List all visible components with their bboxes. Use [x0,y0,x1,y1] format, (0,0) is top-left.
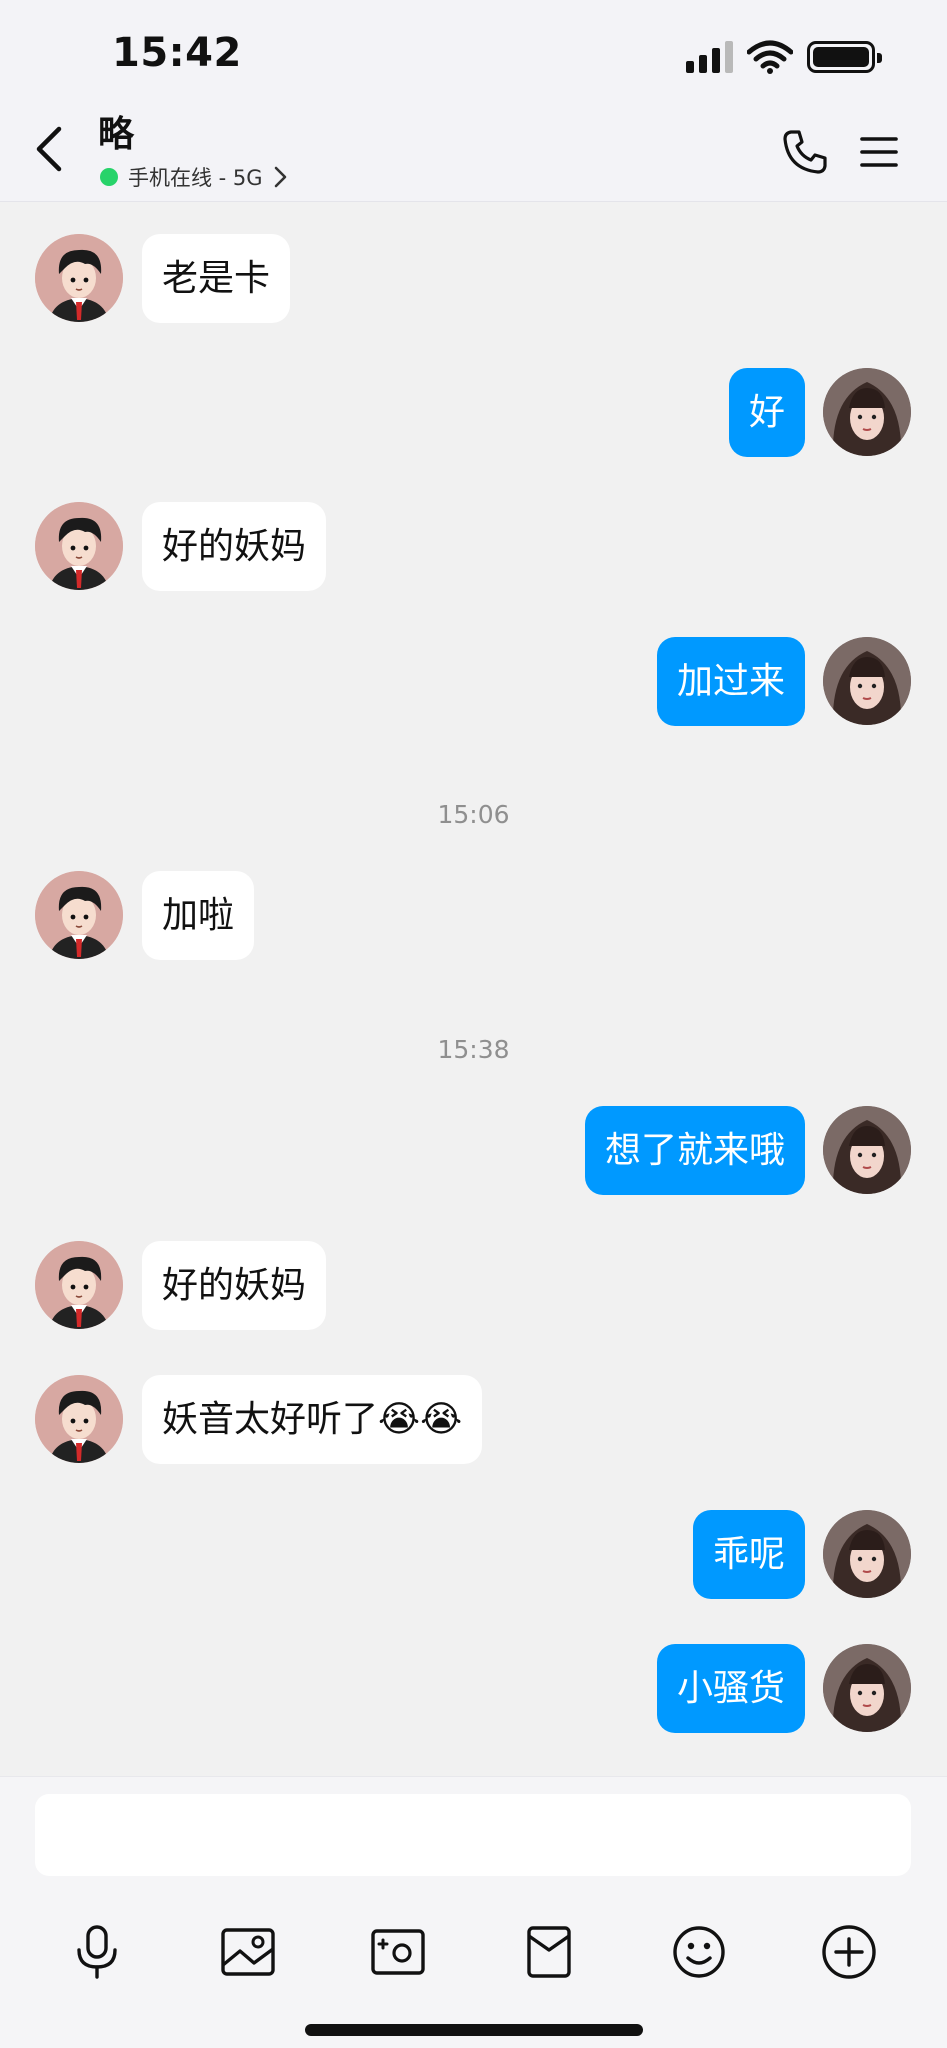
cellular-signal-icon [686,41,733,73]
phone-icon [783,130,827,174]
message-input[interactable] [35,1794,911,1876]
online-dot-icon [100,168,118,186]
battery-icon [807,41,882,73]
status-time: 15:42 [112,30,242,76]
plus-icon [822,1925,876,1979]
voice-button[interactable] [59,1917,135,1987]
presence-status[interactable]: 手机在线 - 5G [100,162,287,192]
home-indicator[interactable] [305,2024,643,2036]
received-message-bubble[interactable]: 妖音太好听了😭😭 [142,1375,483,1464]
chevron-left-icon [36,126,62,172]
camera-button[interactable] [360,1917,436,1987]
timestamp: 15:06 [437,800,510,829]
sent-message-bubble[interactable]: 加过来 [656,637,805,726]
back-button[interactable] [24,118,72,180]
presence-text: 手机在线 - 5G [128,166,263,190]
my-avatar[interactable] [823,637,911,725]
my-avatar[interactable] [823,1510,911,1598]
contact-avatar[interactable] [35,1241,123,1329]
received-message-bubble[interactable]: 老是卡 [142,234,291,323]
microphone-icon [77,1925,117,1979]
composer [0,1776,947,2048]
contact-name[interactable]: 略 [98,105,134,157]
received-message-bubble[interactable]: 好的妖妈 [142,502,327,591]
image-icon [221,1928,275,1976]
timestamp: 15:38 [437,1035,510,1064]
red-packet-button[interactable] [511,1917,587,1987]
emoji-button[interactable] [661,1917,737,1987]
chat-screen: 15:42 略 手机在线 - 5G 老是卡 好 好的妖妈 加过来 15:06 加… [0,0,947,2048]
sent-message-bubble[interactable]: 好 [728,368,805,457]
status-icons [686,38,882,76]
voice-call-button[interactable] [777,124,833,180]
contact-avatar[interactable] [35,234,123,322]
menu-icon [860,137,898,167]
wifi-icon [747,40,793,74]
sent-message-bubble[interactable]: 小骚货 [656,1644,805,1733]
more-tools-button[interactable] [811,1917,887,1987]
camera-icon [371,1929,425,1975]
emoji-icon [673,1926,725,1978]
sent-message-bubble[interactable]: 乖呢 [692,1510,805,1599]
my-avatar[interactable] [823,1644,911,1732]
chevron-right-icon [274,166,286,188]
red-packet-icon [527,1926,571,1978]
sent-message-bubble[interactable]: 想了就来哦 [584,1106,805,1195]
contact-avatar[interactable] [35,502,123,590]
received-message-bubble[interactable]: 加啦 [142,871,255,960]
received-message-bubble[interactable]: 好的妖妈 [142,1241,327,1330]
more-menu-button[interactable] [851,124,907,180]
contact-avatar[interactable] [35,1375,123,1463]
contact-avatar[interactable] [35,871,123,959]
photo-button[interactable] [210,1917,286,1987]
my-avatar[interactable] [823,368,911,456]
top-bar: 15:42 略 手机在线 - 5G [0,0,947,202]
my-avatar[interactable] [823,1106,911,1194]
